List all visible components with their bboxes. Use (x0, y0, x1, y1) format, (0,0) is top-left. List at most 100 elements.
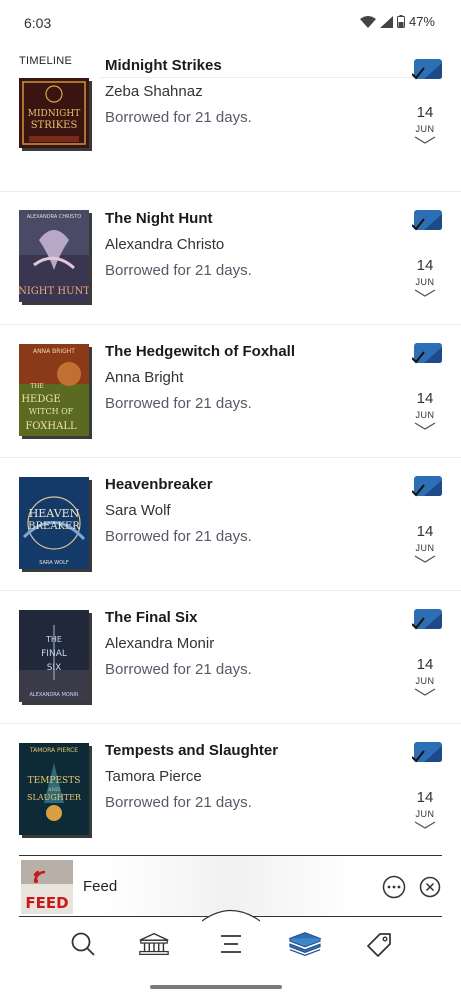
wifi-icon (359, 15, 376, 28)
cover-text: ALEXANDRA MONIR (29, 692, 79, 698)
book-title[interactable]: Heavenbreaker (105, 476, 391, 494)
downloaded-check-icon[interactable] (412, 476, 442, 498)
more-options-icon[interactable] (382, 875, 406, 899)
book-cover[interactable]: THE FINAL SIX ALEXANDRA MONIR (19, 610, 89, 702)
cover-text: THE (30, 383, 44, 390)
search-icon (71, 932, 95, 956)
cover-text: HEAVEN (29, 507, 80, 520)
list-item[interactable]: ALEXANDRA CHRISTO NIGHT HUNT The Night H… (0, 192, 461, 325)
cover-text: SARA WOLF (39, 560, 69, 566)
nav-tags[interactable] (362, 929, 396, 959)
book-info[interactable]: The Night Hunt Alexandra Christo Borrowe… (105, 210, 391, 280)
downloaded-check-icon[interactable] (412, 742, 442, 764)
mini-player-cover[interactable]: FEED (21, 860, 73, 914)
list-item[interactable]: THE FINAL SIX ALEXANDRA MONIR The Final … (0, 591, 461, 724)
book-title[interactable]: The Final Six (105, 609, 391, 627)
cover-text: SLAUGHTER (27, 793, 82, 802)
list-item[interactable]: ANNA BRIGHT THE HEDGE WITCH OF FOXHALL T… (0, 325, 461, 458)
loan-status: Borrowed for 21 days. (105, 395, 252, 412)
downloaded-check-icon[interactable] (412, 609, 442, 631)
shelf-icon (288, 932, 322, 956)
cover-text: ANNA BRIGHT (33, 348, 75, 355)
loan-status: Borrowed for 21 days. (105, 528, 252, 545)
library-icon (139, 932, 169, 956)
battery-level: 47% (408, 14, 435, 29)
list-item[interactable]: TAMORA PIERCE TEMPESTS AND SLAUGHTER Tem… (0, 724, 461, 857)
cover-text: TEMPESTS (28, 776, 81, 786)
list-item[interactable]: HEAVEN BREAKER SARA WOLF Heavenbreaker S… (0, 458, 461, 591)
list-item[interactable]: MIDNIGHT STRIKES Midnight Strikes Zeba S… (0, 57, 461, 192)
due-date: 14 JUN (412, 391, 438, 430)
book-author: Alexandra Christo (105, 236, 225, 253)
due-month: JUN (415, 124, 435, 134)
cover-text: TAMORA PIERCE (29, 747, 78, 754)
book-author: Alexandra Monir (105, 635, 215, 652)
home-indicator[interactable] (150, 985, 282, 989)
due-date: 14 JUN (412, 258, 438, 297)
book-cover[interactable]: ALEXANDRA CHRISTO NIGHT HUNT (19, 210, 89, 302)
downloaded-check-icon[interactable] (412, 59, 442, 81)
nav-shelf[interactable] (288, 929, 322, 959)
downloaded-check-icon[interactable] (412, 343, 442, 365)
book-author: Anna Bright (105, 369, 184, 386)
cover-text: FEED (25, 894, 68, 912)
book-author: Sara Wolf (105, 502, 171, 519)
book-info[interactable]: The Hedgewitch of Foxhall Anna Bright Bo… (105, 343, 391, 413)
nav-menu[interactable] (214, 929, 248, 959)
book-cover[interactable]: HEAVEN BREAKER SARA WOLF (19, 477, 89, 569)
due-date: 14 JUN (412, 657, 438, 696)
due-month: JUN (415, 809, 435, 819)
book-author: Zeba Shahnaz (105, 83, 203, 100)
due-date: 14 JUN (412, 790, 438, 829)
mini-player-title[interactable]: Feed (83, 878, 117, 895)
due-month: JUN (415, 676, 435, 686)
due-month: JUN (415, 410, 435, 420)
chevron-down-icon[interactable] (414, 136, 436, 144)
cover-text: FINAL (41, 649, 67, 659)
cover-text: MIDNIGHT (28, 109, 80, 119)
status-icons: 47% (359, 14, 435, 29)
cover-text: BREAKER (28, 521, 80, 532)
cover-text: STRIKES (31, 120, 78, 131)
cover-text: SIX (47, 663, 62, 673)
cover-text: HEDGE (21, 394, 60, 405)
due-month: JUN (415, 277, 435, 287)
signal-icon (379, 15, 393, 28)
cover-text: ALEXANDRA CHRISTO (27, 214, 82, 220)
loan-status: Borrowed for 21 days. (105, 262, 252, 279)
nav-library[interactable] (137, 929, 171, 959)
book-info[interactable]: The Final Six Alexandra Monir Borrowed f… (105, 609, 391, 679)
drawer-handle[interactable] (202, 908, 260, 922)
book-cover[interactable]: TAMORA PIERCE TEMPESTS AND SLAUGHTER (19, 743, 89, 835)
loan-status: Borrowed for 21 days. (105, 109, 252, 126)
book-info[interactable]: Midnight Strikes Zeba Shahnaz Borrowed f… (105, 57, 391, 127)
close-icon[interactable] (419, 876, 441, 898)
tag-icon (367, 933, 391, 957)
chevron-down-icon[interactable] (414, 821, 436, 829)
due-day: 14 (416, 656, 434, 673)
cover-text: WITCH OF (29, 407, 74, 416)
loan-status: Borrowed for 21 days. (105, 794, 252, 811)
book-info[interactable]: Heavenbreaker Sara Wolf Borrowed for 21 … (105, 476, 391, 546)
due-date: 14 JUN (412, 105, 438, 144)
due-month: JUN (415, 543, 435, 553)
book-title[interactable]: The Hedgewitch of Foxhall (105, 343, 391, 361)
book-title[interactable]: Tempests and Slaughter (105, 742, 391, 760)
status-bar: 6:03 47% (0, 0, 461, 46)
due-day: 14 (416, 257, 434, 274)
book-cover[interactable]: ANNA BRIGHT THE HEDGE WITCH OF FOXHALL (19, 344, 89, 436)
book-cover[interactable]: MIDNIGHT STRIKES (19, 78, 89, 148)
cover-text: THE (45, 635, 62, 644)
book-info[interactable]: Tempests and Slaughter Tamora Pierce Bor… (105, 742, 391, 812)
chevron-down-icon[interactable] (414, 555, 436, 563)
due-date: 14 JUN (412, 524, 438, 563)
chevron-down-icon[interactable] (414, 688, 436, 696)
nav-search[interactable] (66, 929, 100, 959)
chevron-down-icon[interactable] (414, 289, 436, 297)
due-day: 14 (416, 390, 434, 407)
downloaded-check-icon[interactable] (412, 210, 442, 232)
book-title[interactable]: Midnight Strikes (105, 57, 391, 75)
book-title[interactable]: The Night Hunt (105, 210, 391, 228)
battery-icon (396, 15, 405, 28)
chevron-down-icon[interactable] (414, 422, 436, 430)
